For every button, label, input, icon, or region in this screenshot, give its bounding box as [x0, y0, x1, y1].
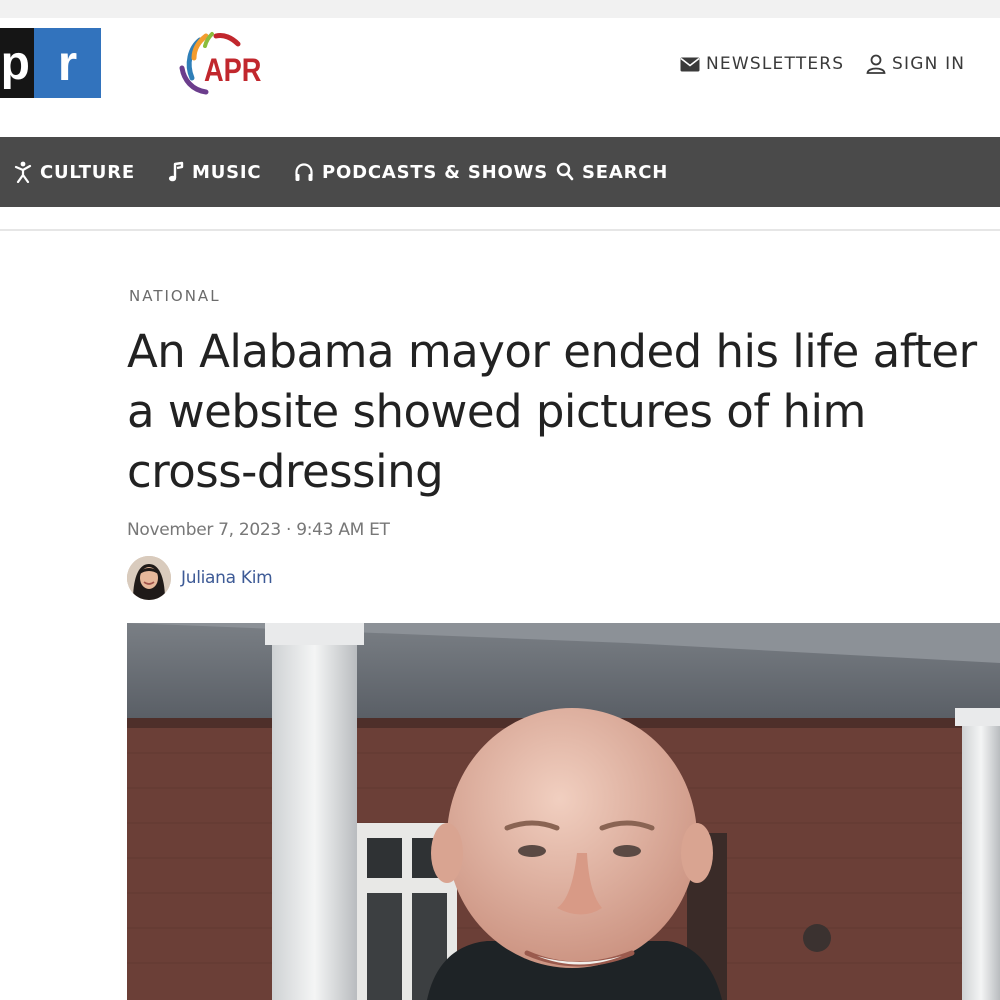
nav-label-podcasts: PODCASTS & SHOWS — [322, 161, 548, 183]
headphones-icon — [295, 163, 313, 181]
apr-logo-text: APR — [204, 52, 262, 88]
nav-item-podcasts[interactable]: PODCASTS & SHOWS — [294, 137, 548, 207]
envelope-icon — [680, 57, 700, 71]
culture-icon — [14, 161, 32, 183]
apr-logo[interactable]: APR — [176, 30, 276, 98]
author-photo — [127, 556, 171, 600]
author-avatar[interactable] — [127, 556, 171, 600]
nav-item-music[interactable]: MUSIC — [168, 137, 261, 207]
article-dateline: November 7, 2023 · 9:43 AM ET — [127, 520, 390, 540]
npr-logo-right: r — [34, 28, 101, 98]
nav-divider — [0, 207, 1000, 231]
author-link[interactable]: Juliana Kim — [181, 568, 273, 588]
npr-logo[interactable]: p r — [0, 28, 101, 98]
section-slug[interactable]: NATIONAL — [129, 287, 221, 305]
lead-photo-illustration — [127, 623, 1000, 1000]
sign-in-link[interactable]: SIGN IN — [866, 52, 965, 76]
site-header: p r APR NEWSLETTERS SIGN IN — [0, 0, 1000, 137]
article-lead-photo — [127, 623, 1000, 1000]
article-headline: An Alabama mayor ended his life after a … — [127, 325, 977, 498]
main-nav: CULTURE MUSIC PODCASTS & SHOWS SEARCH — [0, 137, 1000, 207]
nav-label-culture: CULTURE — [40, 161, 135, 183]
npr-logo-left: p — [0, 28, 34, 98]
user-icon — [866, 54, 886, 74]
sign-in-label: SIGN IN — [892, 54, 966, 74]
nav-label-search: SEARCH — [582, 161, 669, 183]
nav-label-music: MUSIC — [192, 161, 262, 183]
search-icon — [556, 162, 574, 181]
music-note-icon — [168, 161, 184, 182]
newsletters-label: NEWSLETTERS — [706, 54, 845, 74]
newsletters-link[interactable]: NEWSLETTERS — [680, 52, 844, 76]
nav-item-culture[interactable]: CULTURE — [14, 137, 135, 207]
nav-item-search[interactable]: SEARCH — [556, 137, 668, 207]
top-strip — [0, 0, 1000, 18]
